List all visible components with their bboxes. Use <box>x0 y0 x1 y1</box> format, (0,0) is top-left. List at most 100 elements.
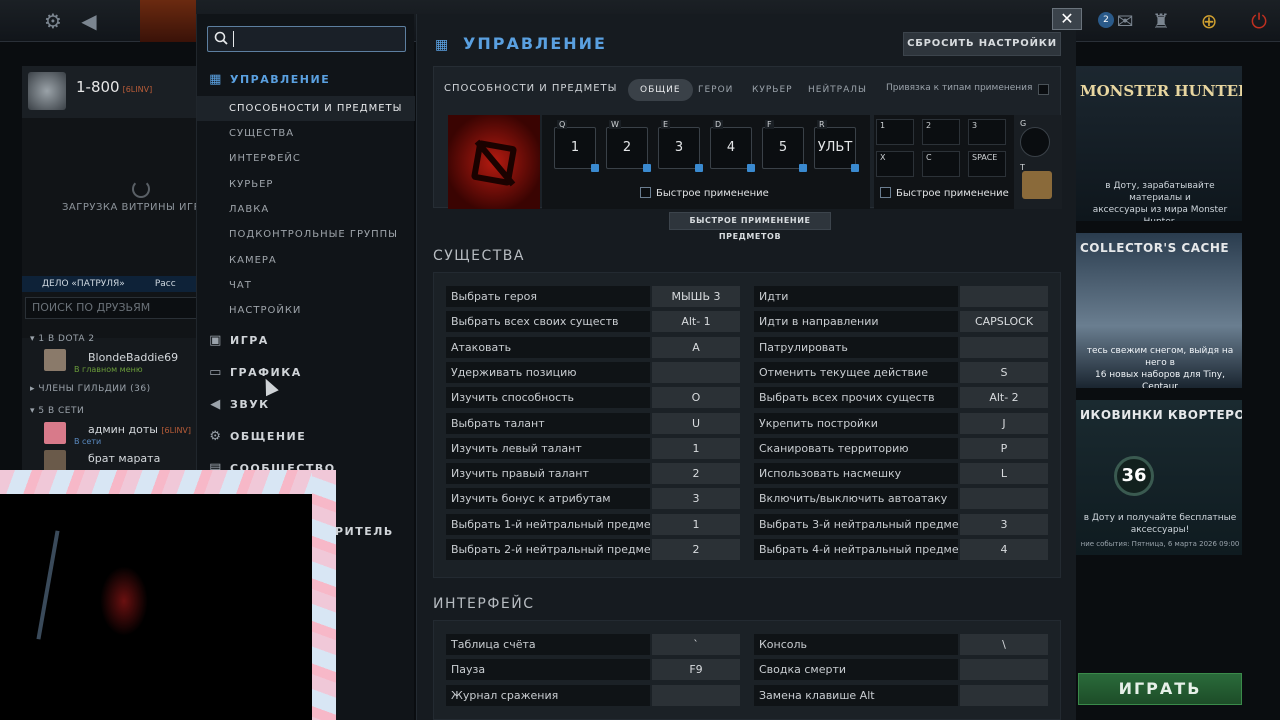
keybind-value[interactable]: 3 <box>960 513 1048 535</box>
gear-icon[interactable]: ⚙ <box>40 8 66 34</box>
keybind-value[interactable] <box>652 361 740 383</box>
keybind-value[interactable]: 1 <box>652 437 740 459</box>
patrol-bar[interactable]: ДЕЛО «ПАТРУЛЯ» Расс <box>22 276 200 292</box>
sub-interface[interactable]: ИНТЕРФЕЙС <box>197 146 415 171</box>
sub-settings[interactable]: НАСТРОЙКИ <box>197 298 415 323</box>
keybind-value[interactable]: L <box>960 463 1048 485</box>
ability-key-f[interactable]: F5 <box>762 120 807 172</box>
keybind-value[interactable]: A <box>652 336 740 358</box>
keybind-row[interactable]: Изучить правый талант 2 <box>446 463 746 485</box>
keybind-row[interactable]: Использовать насмешку L <box>754 463 1054 485</box>
keybind-row[interactable]: Замена клавише Alt <box>754 684 1054 706</box>
sub-camera[interactable]: КАМЕРА <box>197 248 415 273</box>
keybind-row[interactable]: Сканировать территорию P <box>754 437 1054 459</box>
keybind-row[interactable]: Удерживать позицию <box>446 361 746 383</box>
keybind-row[interactable]: Консоль \ <box>754 634 1054 655</box>
keybind-value[interactable]: 4 <box>960 539 1048 560</box>
keybind-row[interactable]: Выбрать всех прочих существ Alt- 2 <box>754 387 1054 409</box>
keybind-value[interactable] <box>960 286 1048 307</box>
tab-neutrals[interactable]: НЕЙТРАЛЫ <box>796 79 879 101</box>
scroll-key-icon[interactable] <box>1022 171 1052 199</box>
keybind-value[interactable]: МЫШЬ 3 <box>652 286 740 307</box>
section-social[interactable]: ⚙ ОБЩЕНИЕ <box>207 429 306 444</box>
group-in-dota[interactable]: ▾ 1 В DOTA 2 <box>30 334 95 344</box>
sub-shop[interactable]: ЛАВКА <box>197 197 415 222</box>
ability-key-w[interactable]: W2 <box>606 120 651 172</box>
sub-control-groups[interactable]: ПОДКОНТРОЛЬНЫЕ ГРУППЫ <box>197 222 415 247</box>
section-graphics[interactable]: ▭ ГРАФИКА <box>207 365 302 380</box>
keybind-row[interactable]: Атаковать A <box>446 336 746 358</box>
section-partial[interactable]: РИТЕЛЬ <box>335 525 394 538</box>
sub-abilities-items[interactable]: СПОСОБНОСТИ И ПРЕДМЕТЫ <box>197 96 415 121</box>
quarter-event-ad[interactable]: ИКОВИНКИ КВОРТЕРО 36 в Доту и получайте … <box>1076 400 1242 555</box>
keybind-row[interactable]: Выбрать 2-й нейтральный предмет 2 <box>446 539 746 560</box>
avatar[interactable] <box>44 422 66 444</box>
keybind-row[interactable]: Включить/выключить автоатаку <box>754 488 1054 510</box>
profile-header[interactable]: 1-800 [6LINV] <box>22 66 200 118</box>
keybind-value[interactable] <box>652 684 740 706</box>
keybind-value[interactable]: 2 <box>652 539 740 560</box>
ability-key-e[interactable]: E3 <box>658 120 703 172</box>
quick-cast-checkbox[interactable] <box>640 187 651 198</box>
keybind-value[interactable]: ` <box>652 634 740 655</box>
avatar[interactable] <box>28 72 66 110</box>
keybind-value[interactable]: 1 <box>652 513 740 535</box>
keybind-row[interactable]: Патрулировать <box>754 336 1054 358</box>
sub-chat[interactable]: ЧАТ <box>197 273 415 298</box>
keybind-row[interactable]: Идти в направлении CAPSLOCK <box>754 311 1054 333</box>
ability-key-r[interactable]: R УЛЬТ <box>814 120 859 172</box>
keybind-value[interactable]: F9 <box>652 659 740 681</box>
keybind-row[interactable]: Выбрать 3-й нейтральный предмет 3 <box>754 513 1054 535</box>
bind-cast-type-checkbox[interactable] <box>1038 84 1049 95</box>
avatar[interactable] <box>44 450 66 472</box>
keybind-row[interactable]: Выбрать талант U <box>446 412 746 434</box>
section-game[interactable]: ▣ ИГРА <box>207 333 269 348</box>
keybind-row[interactable]: Пауза F9 <box>446 659 746 681</box>
keybind-value[interactable]: O <box>652 387 740 409</box>
group-guild[interactable]: ▸ ЧЛЕНЫ ГИЛЬДИИ (36) <box>30 384 151 394</box>
play-button[interactable]: ИГРАТЬ <box>1078 673 1242 705</box>
keybind-value[interactable]: S <box>960 361 1048 383</box>
quick-cast-items-button[interactable]: БЫСТРОЕ ПРИМЕНЕНИЕ ПРЕДМЕТОВ <box>669 212 831 241</box>
item-key-2[interactable]: 2 <box>922 119 960 145</box>
reset-settings-button[interactable]: СБРОСИТЬ НАСТРОЙКИ <box>903 32 1061 56</box>
item-key-3[interactable]: 3 <box>968 119 1006 145</box>
item-key-space[interactable]: SPACE <box>968 151 1006 177</box>
keybind-value[interactable]: P <box>960 437 1048 459</box>
ability-key-d[interactable]: D4 <box>710 120 755 172</box>
mail-icon[interactable]: ✉ <box>1112 8 1138 34</box>
sub-units[interactable]: СУЩЕСТВА <box>197 121 415 146</box>
item-key-c[interactable]: C <box>922 151 960 177</box>
power-icon[interactable]: ⏻ <box>1246 8 1272 34</box>
keybind-row[interactable]: Сводка смерти <box>754 659 1054 681</box>
tab-heroes[interactable]: ГЕРОИ <box>686 79 745 101</box>
settings-search-input[interactable] <box>207 26 406 52</box>
keybind-value[interactable]: J <box>960 412 1048 434</box>
keybind-value[interactable]: Alt- 1 <box>652 311 740 333</box>
keybind-value[interactable] <box>960 684 1048 706</box>
close-icon[interactable]: ✕ <box>1052 8 1082 30</box>
dota-logo-icon[interactable] <box>140 0 196 42</box>
keybind-value[interactable]: 3 <box>652 488 740 510</box>
keybind-row[interactable]: Отменить текущее действие S <box>754 361 1054 383</box>
keybind-value[interactable] <box>960 336 1048 358</box>
plus-badge-icon[interactable]: ⊕ <box>1196 8 1222 34</box>
keybind-row[interactable]: Выбрать 1-й нейтральный предмет 1 <box>446 513 746 535</box>
friend-name[interactable]: BlondeBaddie69 <box>88 351 178 364</box>
keybind-value[interactable]: U <box>652 412 740 434</box>
keybind-value[interactable]: \ <box>960 634 1048 655</box>
tab-courier[interactable]: КУРЬЕР <box>740 79 805 101</box>
keybind-row[interactable]: Журнал сражения <box>446 684 746 706</box>
item-key-1[interactable]: 1 <box>876 119 914 145</box>
quick-cast-items-checkbox[interactable] <box>880 187 891 198</box>
glyph-key[interactable] <box>1020 127 1050 157</box>
keybind-row[interactable]: Изучить бонус к атрибутам 3 <box>446 488 746 510</box>
friend-search-input[interactable]: ПОИСК ПО ДРУЗЬЯМ <box>25 297 200 319</box>
quick-cast-toggle[interactable]: Быстрое применение <box>640 187 769 199</box>
friend-name[interactable]: админ доты [6LINV] <box>88 423 191 436</box>
keybind-row[interactable]: Выбрать всех своих существ Alt- 1 <box>446 311 746 333</box>
keybind-value[interactable]: Alt- 2 <box>960 387 1048 409</box>
avatar[interactable] <box>44 349 66 371</box>
keybind-row[interactable]: Таблица счёта ` <box>446 634 746 655</box>
keybind-row[interactable]: Изучить способность O <box>446 387 746 409</box>
